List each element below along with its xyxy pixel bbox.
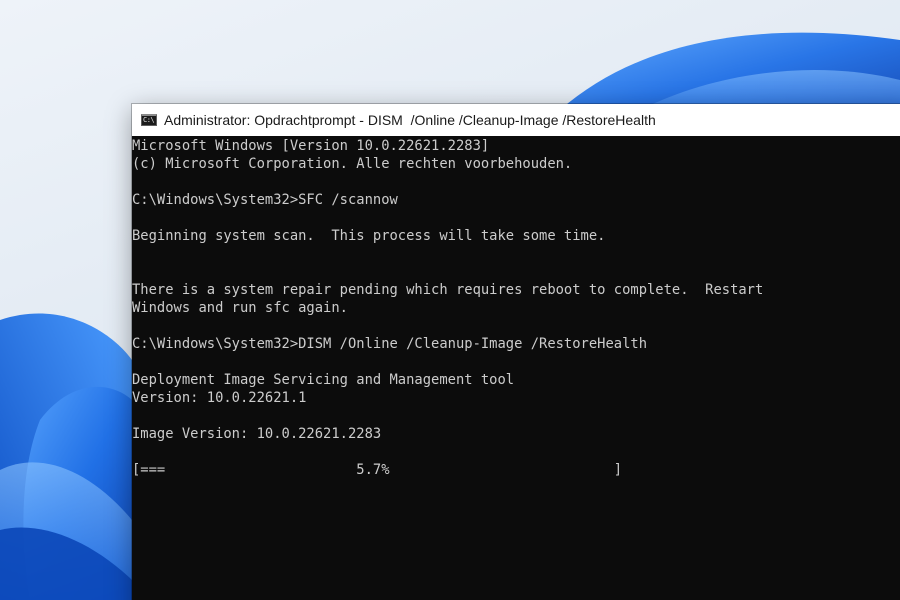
console-line: Beginning system scan. This process will… <box>132 228 606 244</box>
window-title-bar[interactable]: C:\ Administrator: Opdrachtprompt - DISM… <box>132 104 900 136</box>
window-title: Administrator: Opdrachtprompt - DISM /On… <box>164 112 656 128</box>
console-line: Windows and run sfc again. <box>132 300 348 316</box>
console-output[interactable]: Microsoft Windows [Version 10.0.22621.22… <box>132 137 900 600</box>
console-line: Version: 10.0.22621.1 <box>132 390 307 406</box>
console-line: (c) Microsoft Corporation. Alle rechten … <box>132 156 573 172</box>
console-line: Deployment Image Servicing and Managemen… <box>132 372 515 388</box>
console-line: Image Version: 10.0.22621.2283 <box>132 426 382 442</box>
command-prompt-icon[interactable]: C:\ <box>141 114 157 126</box>
console-line: C:\Windows\System32>DISM /Online /Cleanu… <box>132 336 647 352</box>
console-line: C:\Windows\System32>SFC /scannow <box>132 192 398 208</box>
progress-bar-line: [=== 5.7% ] <box>132 462 623 478</box>
console-line: Microsoft Windows [Version 10.0.22621.22… <box>132 138 490 154</box>
console-line: There is a system repair pending which r… <box>132 282 764 298</box>
command-prompt-window[interactable]: C:\ Administrator: Opdrachtprompt - DISM… <box>132 104 900 600</box>
